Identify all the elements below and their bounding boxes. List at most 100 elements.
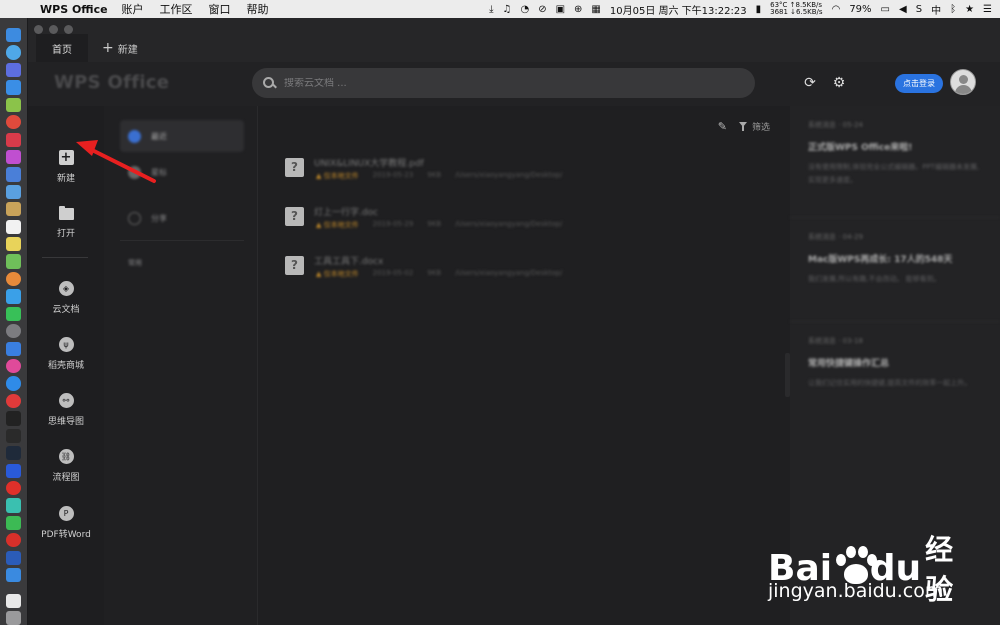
nav-new[interactable]: + 新建 xyxy=(28,150,104,184)
wps-icon[interactable] xyxy=(6,568,21,583)
compass-icon[interactable]: ⊘ xyxy=(538,4,546,15)
download-icon[interactable]: ⤓ xyxy=(489,4,493,15)
menu-list-icon[interactable]: ☰ xyxy=(983,4,992,15)
filter-label: 筛选 xyxy=(751,123,770,133)
nav-cloud-docs[interactable]: ◈ 云文档 xyxy=(28,281,104,315)
bluetooth-icon[interactable]: ᛒ xyxy=(950,4,956,15)
battery-percent[interactable]: 79% xyxy=(849,4,871,15)
launchpad-icon[interactable] xyxy=(6,62,21,78)
nav-docer-store[interactable]: ψ 稻壳商城 xyxy=(28,337,104,371)
watermark-url: jingyan.baidu.com xyxy=(768,580,944,602)
news-desc: 我们发展,所以有趣,不会改动。 能够看到。 xyxy=(808,275,941,283)
keynote-icon[interactable] xyxy=(6,341,21,356)
file-row[interactable]: ? UNIX&LINUX大学教程.pdf ▲ 仅本地文件 2019-05-23 … xyxy=(282,152,782,186)
app-red-icon[interactable] xyxy=(6,132,21,147)
monitor-app-icon[interactable] xyxy=(6,428,21,443)
console-icon[interactable] xyxy=(6,446,21,461)
avatar[interactable] xyxy=(950,69,976,95)
appstore-icon[interactable] xyxy=(6,376,21,391)
document-icon[interactable] xyxy=(6,593,21,608)
notes-icon[interactable] xyxy=(6,202,21,217)
tab-home[interactable]: 首页 xyxy=(36,34,88,62)
finder-icon[interactable] xyxy=(6,28,21,43)
nav-flowchart[interactable]: ⛓ 流程图 xyxy=(28,449,104,483)
calendar-app-icon[interactable] xyxy=(6,219,21,234)
wechat-icon[interactable] xyxy=(6,515,21,531)
subnav-common[interactable]: 常用 xyxy=(120,247,244,279)
app-teal-icon[interactable] xyxy=(6,498,21,513)
recent-icon xyxy=(128,129,141,143)
wifi-icon[interactable]: ◠ xyxy=(832,4,841,15)
maps-icon[interactable] xyxy=(6,254,21,269)
star-icon[interactable]: ★ xyxy=(965,4,974,15)
menubar-item-workspace[interactable]: 工作区 xyxy=(160,1,193,17)
trash-icon[interactable] xyxy=(6,610,21,625)
sync-icon[interactable]: ⟳ xyxy=(802,75,818,91)
photos-icon[interactable] xyxy=(6,271,21,287)
minimize-window-button[interactable] xyxy=(49,25,58,34)
terminal-icon[interactable] xyxy=(6,411,21,426)
zoom-window-button[interactable] xyxy=(64,25,73,34)
menubar-app-name[interactable]: WPS Office xyxy=(40,3,108,16)
preview-icon[interactable] xyxy=(6,184,21,200)
avatar-body xyxy=(955,85,972,94)
qq-icon[interactable]: ◔ xyxy=(520,4,529,15)
news-title: Mac版WPS再成长: 17人的548天 xyxy=(808,255,953,265)
settings-app-icon[interactable] xyxy=(6,324,21,339)
menubar-item-window[interactable]: 窗口 xyxy=(209,1,231,17)
word-icon[interactable] xyxy=(6,550,21,565)
sogou-icon[interactable]: S xyxy=(916,4,922,15)
vivaldi-icon[interactable] xyxy=(6,393,21,409)
nav-open[interactable]: 打开 xyxy=(28,206,104,239)
news-item[interactable]: 系统消息 · 03-18 常用快捷键操作汇总 让我们记住实用的快捷键,提高文件的… xyxy=(790,322,1000,414)
search-icon xyxy=(262,76,276,90)
nav-pdf-to-word[interactable]: P PDF转Word xyxy=(28,506,104,540)
nav-mindmap[interactable]: ⚯ 思维导图 xyxy=(28,393,104,427)
news-item[interactable]: 系统消息 · 05-24 正式版WPS Office来啦! 没有使用限制,体验完… xyxy=(790,106,1000,218)
input-method-indicator[interactable]: 中 xyxy=(931,2,941,17)
app-purple-icon[interactable] xyxy=(6,149,21,165)
battery-icon[interactable]: ▭ xyxy=(881,4,890,15)
subnav-share[interactable]: 分享 xyxy=(120,202,244,234)
search-bar[interactable] xyxy=(252,68,755,98)
globe-icon[interactable]: ⊕ xyxy=(574,4,582,15)
pin-icon[interactable]: ✎ xyxy=(718,120,727,133)
login-button[interactable]: 点击登录 xyxy=(895,74,943,93)
close-window-button[interactable] xyxy=(34,25,43,34)
app-blue-icon[interactable] xyxy=(6,167,21,182)
news-title: 正式版WPS Office来啦! xyxy=(808,143,913,153)
vpn-icon[interactable] xyxy=(6,463,21,478)
yandex-icon[interactable] xyxy=(6,480,21,496)
volume-icon[interactable]: ◀ xyxy=(899,4,907,15)
news-item[interactable]: 系统消息 · 04-29 Mac版WPS再成长: 17人的548天 我们发展,所… xyxy=(790,218,1000,322)
memory-icon[interactable]: ▮ xyxy=(756,4,762,15)
flowchart-icon: ⛓ xyxy=(58,449,74,464)
netease-music-icon[interactable] xyxy=(6,533,21,548)
avatar-head xyxy=(959,75,968,84)
file-name: 灯上一行字.doc xyxy=(314,208,379,218)
music-icon[interactable]: ♫ xyxy=(502,4,511,15)
itunes-icon[interactable] xyxy=(6,359,21,374)
messages-icon[interactable] xyxy=(6,306,21,321)
chrome-icon[interactable] xyxy=(6,115,21,130)
calendar-icon[interactable]: ▦ xyxy=(591,4,600,15)
android-icon[interactable] xyxy=(6,97,21,112)
file-row[interactable]: ? 灯上一行字.doc ▲ 仅本地文件 2019-05-29 9KB /User… xyxy=(282,201,782,235)
file-row[interactable]: ? 工具工具下.docx ▲ 仅本地文件 2019-05-02 9KB /Use… xyxy=(282,250,782,284)
menubar-item-help[interactable]: 帮助 xyxy=(247,1,269,17)
subnav-star-label: 星标 xyxy=(151,167,167,177)
gear-icon[interactable]: ⚙ xyxy=(831,75,847,91)
monitor-icon[interactable]: ▣ xyxy=(556,4,565,15)
menubar-item-account[interactable]: 账户 xyxy=(122,1,144,17)
nav-store-label: 稻壳商城 xyxy=(47,361,84,371)
subnav-recent[interactable]: 最近 xyxy=(120,120,244,152)
filter-button[interactable]: 筛选 xyxy=(738,120,770,133)
tab-new[interactable]: + 新建 xyxy=(102,34,138,62)
search-input[interactable] xyxy=(284,77,724,89)
siri-icon[interactable] xyxy=(6,45,21,60)
clock-datetime[interactable]: 10月05日 周六 下午13:22:23 xyxy=(610,2,747,17)
facetime-icon[interactable] xyxy=(6,289,21,304)
subnav-star[interactable]: 星标 xyxy=(120,156,244,188)
safari-icon[interactable] xyxy=(6,80,21,95)
stickies-icon[interactable] xyxy=(6,237,21,252)
